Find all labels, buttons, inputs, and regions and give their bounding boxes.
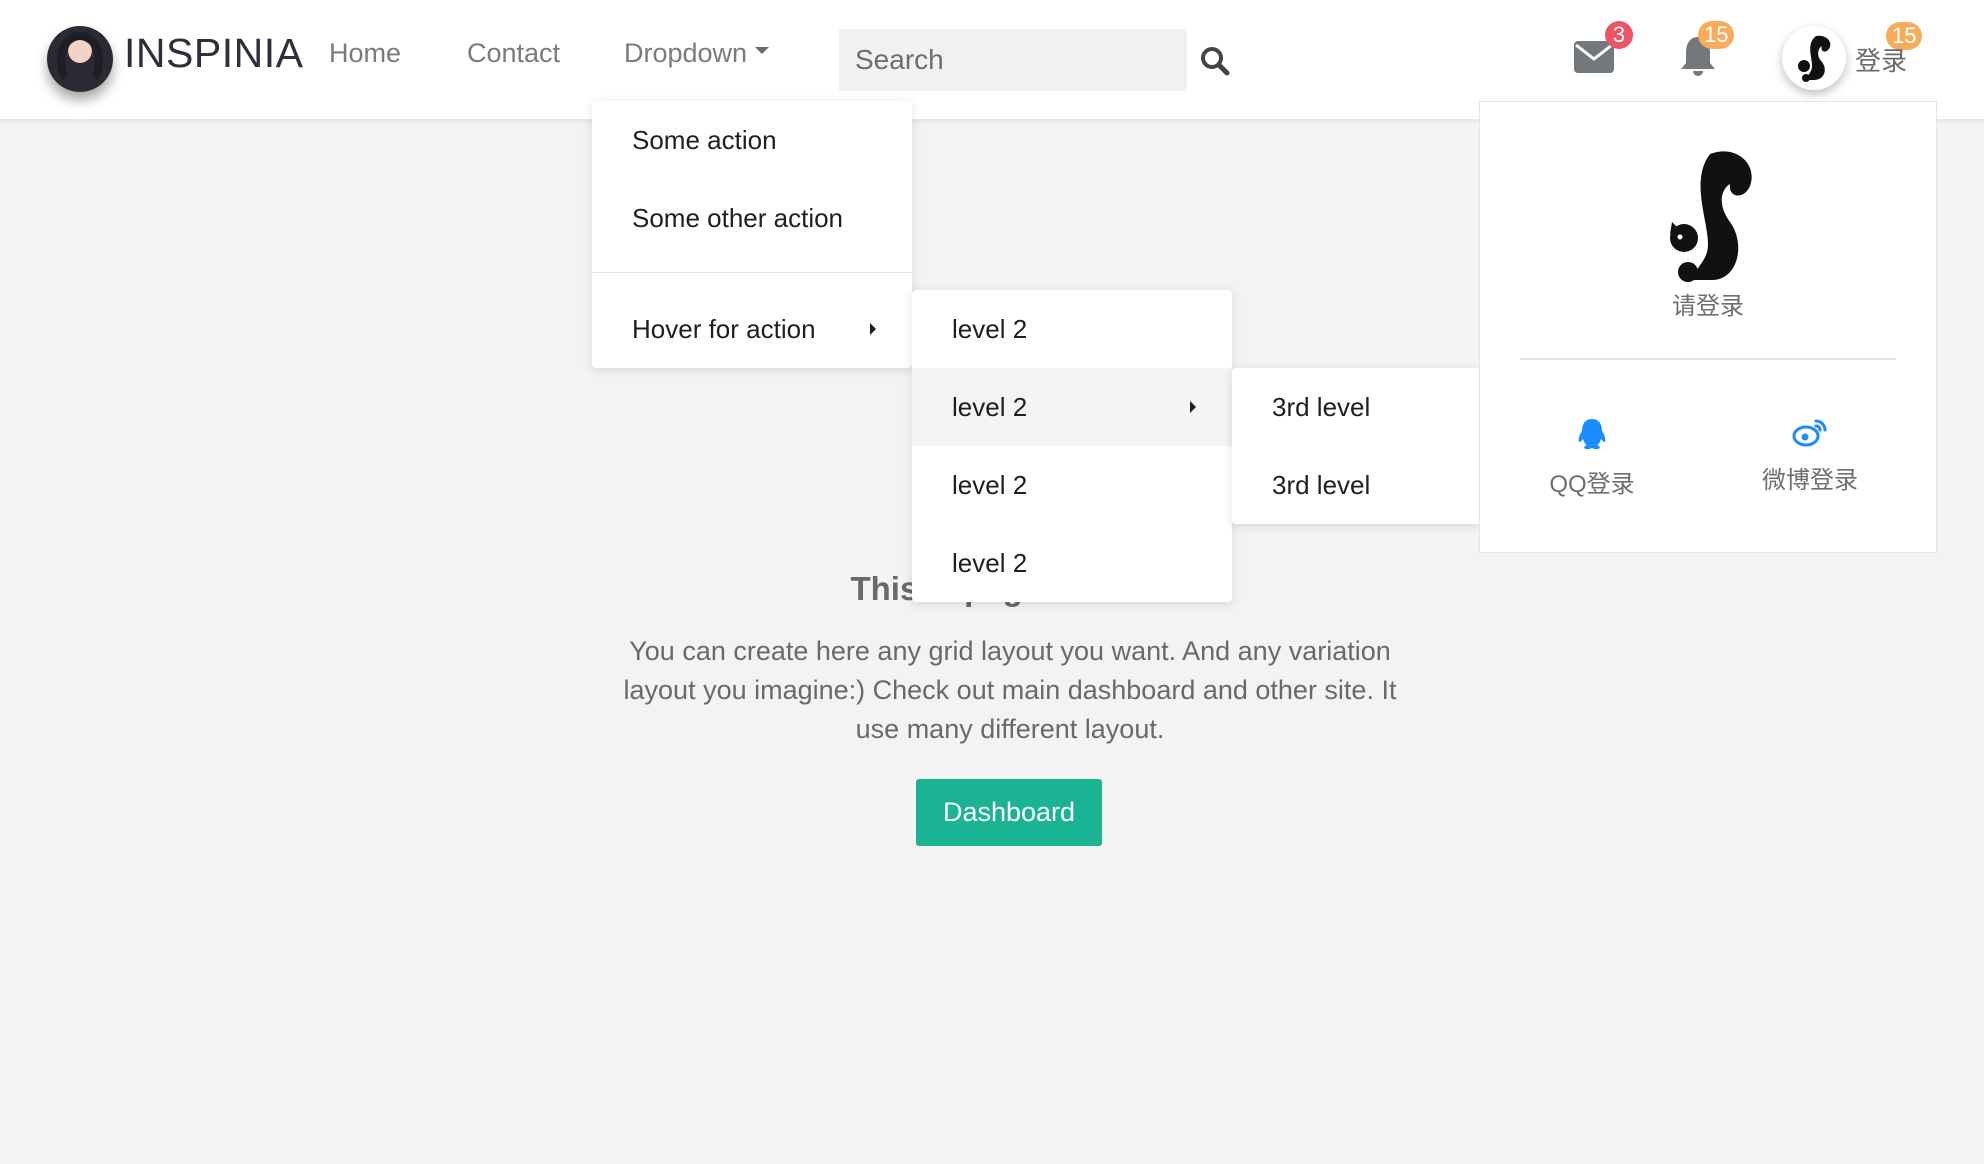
dropdown-menu: Some action Some other action Hover for … <box>592 101 912 368</box>
nav-link-home[interactable]: Home <box>329 38 401 69</box>
qq-penguin-icon <box>1578 419 1606 450</box>
dashboard-button[interactable]: Dashboard <box>916 779 1102 846</box>
notifications-count-badge: 15 <box>1698 21 1735 49</box>
mail-button[interactable]: 3 <box>1573 21 1633 76</box>
qq-login-button[interactable]: QQ登录 <box>1492 417 1692 499</box>
submenu-item-level-2-active[interactable]: level 2 <box>912 368 1232 446</box>
page-description: You can create here any grid layout you … <box>623 636 1397 744</box>
user-avatar[interactable] <box>1782 26 1846 90</box>
chevron-right-icon <box>1190 401 1196 413</box>
nav-dropdown-label: Dropdown <box>624 38 748 68</box>
submenu-item-level-2[interactable]: level 2 <box>912 446 1232 524</box>
submenu-item-level-2[interactable]: level 2 <box>912 290 1232 368</box>
chevron-right-icon <box>870 323 876 335</box>
submenu-item-3rd-level[interactable]: 3rd level <box>1232 446 1482 524</box>
squirrel-icon <box>1798 35 1831 82</box>
menu-item-hover-for-action[interactable]: Hover for action <box>592 290 912 368</box>
submenu-item-3rd-level[interactable]: 3rd level <box>1232 368 1482 446</box>
login-link[interactable]: 登录 <box>1855 41 1907 78</box>
menu-item-label: Hover for action <box>632 314 816 344</box>
submenu-level-2: level 2 level 2 level 2 level 2 <box>912 290 1232 602</box>
notifications-button[interactable]: 15 <box>1678 21 1735 77</box>
qq-login-label: QQ登录 <box>1549 471 1635 498</box>
login-panel: 请登录 QQ登录 微博登录 <box>1479 101 1937 553</box>
brand-avatar[interactable] <box>47 26 113 92</box>
submenu-item-label: level 2 <box>952 392 1028 422</box>
weibo-login-button[interactable]: 微博登录 <box>1710 417 1910 495</box>
brand-name[interactable]: INSPINIA <box>124 30 303 77</box>
login-prompt: 请登录 <box>1672 293 1744 320</box>
chevron-down-icon <box>755 47 770 55</box>
search-input[interactable] <box>839 29 1187 91</box>
submenu-item-level-2[interactable]: level 2 <box>912 524 1232 602</box>
menu-item-some-action[interactable]: Some action <box>592 101 912 179</box>
mail-count-badge: 3 <box>1605 21 1633 49</box>
weibo-login-label: 微博登录 <box>1762 467 1858 494</box>
squirrel-logo-icon <box>1670 151 1752 282</box>
search-icon[interactable] <box>1200 46 1230 76</box>
panel-divider <box>1520 358 1896 360</box>
weibo-icon <box>1792 419 1827 447</box>
nav-dropdown-toggle[interactable]: Dropdown <box>624 38 770 69</box>
menu-divider <box>592 272 912 273</box>
menu-item-some-other-action[interactable]: Some other action <box>592 179 912 257</box>
nav-link-contact[interactable]: Contact <box>467 38 560 69</box>
submenu-level-3: 3rd level 3rd level <box>1232 368 1482 524</box>
